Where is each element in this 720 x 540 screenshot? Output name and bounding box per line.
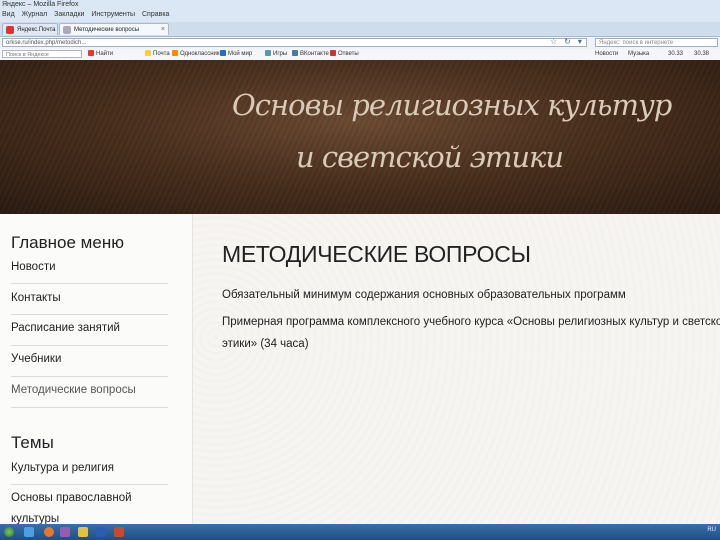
toolbar-value-1: 30.33: [668, 51, 684, 57]
sidebar-item-methodical-questions[interactable]: Методические вопросы: [11, 384, 168, 396]
menu-icon[interactable]: ▾: [578, 37, 582, 46]
bookmark-find[interactable]: Найти: [88, 49, 113, 60]
search-icon: [88, 50, 94, 56]
sidebar-item-schedule[interactable]: Расписание занятий: [11, 322, 168, 334]
bookmark-mail[interactable]: Почта: [145, 49, 170, 60]
media-icon[interactable]: [60, 527, 70, 537]
search-field[interactable]: Яндекс: поиск в интернете: [595, 38, 718, 47]
bookmark-games[interactable]: Игры: [265, 49, 287, 60]
divider: [11, 484, 168, 485]
menu-history[interactable]: Журнал: [22, 11, 48, 18]
article-link-sample-program-cont[interactable]: этики» (34 часа): [222, 338, 309, 350]
site-banner: Основы религиозных культур и светской эт…: [0, 60, 720, 214]
tab-yandex-mail[interactable]: Яндекс.Почта: [2, 23, 58, 35]
page-title: МЕТОДИЧЕСКИЕ ВОПРОСЫ: [222, 241, 531, 267]
vk-icon: [292, 50, 298, 56]
sidebar-item-culture-religion[interactable]: Культура и религия: [11, 462, 168, 474]
divider: [11, 407, 168, 408]
explorer-icon[interactable]: [24, 527, 34, 537]
banner-texture: [0, 60, 720, 214]
sidebar-item-orthodox-culture-cont[interactable]: культуры: [11, 513, 168, 524]
folder-icon[interactable]: [78, 527, 88, 537]
browser-title-bar: Яндекс – Mozilla Firefox Вид Журнал Закл…: [0, 0, 720, 23]
bookmark-odnoklassniki[interactable]: Одноклассники: [172, 49, 223, 60]
sidebar: Главное меню Новости Контакты Расписание…: [0, 214, 193, 524]
menu-bookmarks[interactable]: Закладки: [54, 11, 84, 18]
moi-mir-icon: [220, 50, 226, 56]
mail-icon: [145, 50, 151, 56]
answers-icon: [330, 50, 336, 56]
divider: [11, 376, 168, 377]
toolbar-news[interactable]: Новости: [595, 49, 618, 60]
word-icon[interactable]: [96, 527, 106, 537]
divider: [11, 314, 168, 315]
start-icon[interactable]: [4, 527, 14, 537]
sidebar-item-textbooks[interactable]: Учебники: [11, 353, 168, 365]
browser-menu: Вид Журнал Закладки Инструменты Справка: [2, 11, 174, 18]
bookmark-answers[interactable]: Ответы: [330, 49, 359, 60]
page-content: Главное меню Новости Контакты Расписание…: [0, 214, 720, 524]
star-icon[interactable]: ☆: [550, 37, 557, 46]
divider: [11, 283, 168, 284]
powerpoint-icon[interactable]: [114, 527, 124, 537]
menu-help[interactable]: Справка: [142, 11, 169, 18]
sidebar-item-news[interactable]: Новости: [11, 261, 168, 273]
yandex-mail-icon: [6, 26, 14, 34]
odnoklassniki-icon: [172, 50, 178, 56]
address-bar[interactable]: orkse.ru/index.php/metodich...: [2, 38, 587, 47]
article-link-minimum-content[interactable]: Обязательный минимум содержания основных…: [222, 289, 626, 301]
yandex-search-input[interactable]: Поиск в Яндексе: [2, 50, 82, 58]
divider: [11, 345, 168, 346]
nav-icons: ☆ ↻ ▾: [550, 37, 589, 46]
system-tray: RU: [707, 527, 716, 533]
windows-taskbar: RU: [0, 524, 720, 540]
toolbar-music[interactable]: Музыка: [628, 49, 649, 60]
menu-view[interactable]: Вид: [2, 11, 15, 18]
article-link-sample-program[interactable]: Примерная программа комплексного учебног…: [222, 316, 720, 328]
sidebar-item-orthodox-culture[interactable]: Основы православной: [11, 492, 168, 504]
games-icon: [265, 50, 271, 56]
page-icon: [63, 26, 71, 34]
reload-icon[interactable]: ↻: [564, 37, 571, 46]
menu-tools[interactable]: Инструменты: [91, 11, 135, 18]
main-menu-heading: Главное меню: [11, 233, 124, 252]
bookmark-moi-mir[interactable]: Мой мир: [220, 49, 252, 60]
banner-title-line1: Основы религиозных культур: [232, 88, 672, 122]
topics-heading: Темы: [11, 433, 54, 452]
bookmark-vkontakte[interactable]: ВКонтакте: [292, 49, 329, 60]
tab-metodicheskie-voprosy[interactable]: Методические вопросы ×: [59, 23, 169, 35]
toolbar-value-2: 30.38: [694, 51, 710, 57]
sidebar-item-contacts[interactable]: Контакты: [11, 292, 168, 304]
banner-title-line2: и светской этики: [296, 140, 564, 174]
tab-bar: Яндекс.Почта Методические вопросы × +: [0, 22, 720, 55]
window-title: Яндекс – Mozilla Firefox: [2, 1, 79, 8]
firefox-icon[interactable]: [44, 527, 54, 537]
close-icon[interactable]: ×: [161, 24, 165, 35]
